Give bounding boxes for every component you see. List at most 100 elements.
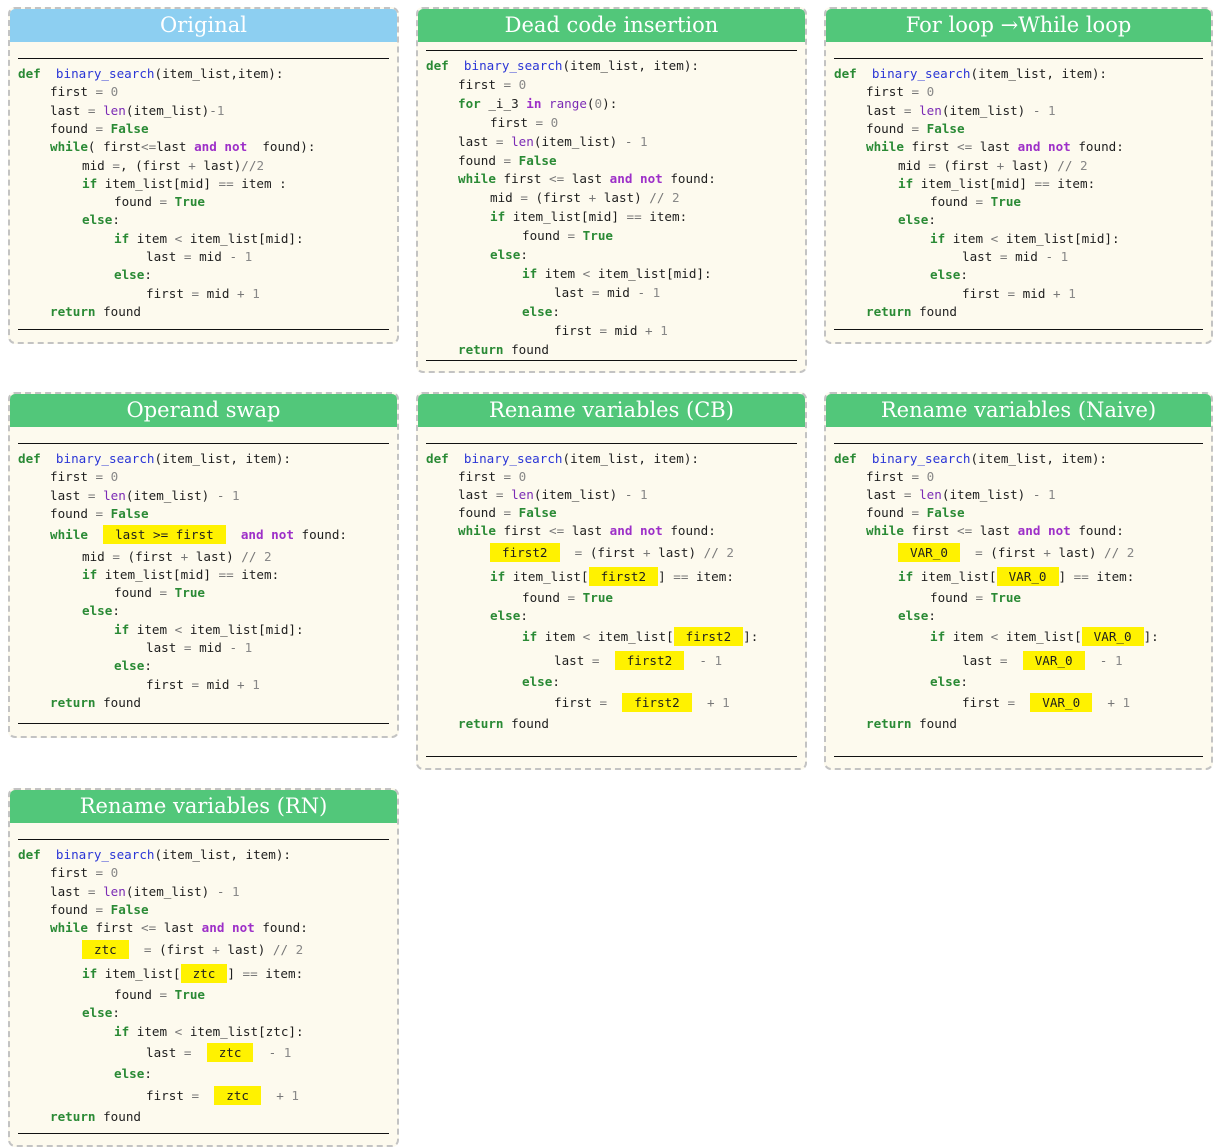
keyword: def xyxy=(426,58,449,73)
code-text: ( xyxy=(586,95,595,111)
operator: + xyxy=(276,1087,284,1103)
code-text: item_list[ xyxy=(913,568,997,584)
keyword-operator: in xyxy=(526,95,542,111)
code-text: mid xyxy=(607,322,646,338)
keyword-operator: and not xyxy=(609,171,663,187)
code-text: last) xyxy=(596,190,650,206)
operator: + xyxy=(642,544,651,560)
code-line: last = VAR_0 - 1 xyxy=(962,651,1123,670)
code-line: if item < item_list[mid]: xyxy=(114,230,304,248)
highlighted-token: ztc xyxy=(180,963,228,983)
operator: + xyxy=(645,322,653,338)
operator: = xyxy=(95,865,104,881)
number: 1 xyxy=(652,322,668,338)
operator: + xyxy=(706,695,715,711)
operator: = xyxy=(975,194,984,210)
code-text: first xyxy=(50,865,96,881)
code-text: item: xyxy=(257,965,304,981)
code-text: last xyxy=(458,487,496,503)
operator: = xyxy=(503,152,512,168)
code-text: last xyxy=(146,1045,184,1060)
operator: == xyxy=(673,568,689,584)
panel-operand-swap: Operand swap def binary_search(item_list… xyxy=(8,392,399,738)
keyword: for xyxy=(458,95,481,111)
code-text: (first xyxy=(527,190,589,206)
operator: // xyxy=(241,157,257,173)
code-line: last = len(item_list)-1 xyxy=(50,102,224,120)
number: 0 xyxy=(103,865,119,881)
code-text: mid xyxy=(199,676,238,692)
code-text: : xyxy=(144,658,152,674)
code-line: else: xyxy=(114,1065,152,1083)
keyword: else xyxy=(898,607,929,623)
code-text: found: xyxy=(293,527,348,543)
code-text: last xyxy=(50,487,88,503)
builtin: len xyxy=(911,102,942,118)
code-text: (first xyxy=(151,941,213,957)
code-line: else: xyxy=(82,211,120,229)
code-text: last xyxy=(146,249,184,264)
operator: = xyxy=(495,133,504,149)
code-line: def binary_search(item_list, item): xyxy=(834,450,1107,468)
bottom-rule xyxy=(18,1133,389,1134)
code-line: return found xyxy=(866,303,957,321)
code-line: def binary_search(item_list, item): xyxy=(426,450,699,468)
keyword: else xyxy=(522,303,553,319)
code-line: found = True xyxy=(114,193,205,211)
keyword-operator: and not xyxy=(201,920,255,936)
operator: = xyxy=(159,585,168,601)
keyword: False xyxy=(511,152,557,168)
code-text: found xyxy=(503,716,549,732)
keyword: while xyxy=(866,523,904,539)
operator: = xyxy=(599,695,608,711)
operator: = xyxy=(95,120,104,136)
keyword: else xyxy=(898,212,929,228)
operator: = xyxy=(95,84,104,100)
highlighted-token: VAR_0 xyxy=(1081,626,1144,646)
builtin: len xyxy=(95,883,126,899)
code-text: (item_list, item): xyxy=(562,451,699,466)
code-text: mid xyxy=(490,190,521,206)
code-text: item xyxy=(537,265,583,281)
highlighted-token: VAR_0 xyxy=(996,566,1059,586)
code-line: found = True xyxy=(114,986,205,1004)
code-text: mid xyxy=(1015,285,1054,301)
number: 2 xyxy=(256,548,272,564)
operator: + xyxy=(237,676,245,692)
number: 0 xyxy=(919,469,935,485)
code-line: found = False xyxy=(866,120,965,138)
code-line: found = True xyxy=(930,589,1021,607)
number: 1 xyxy=(1040,487,1056,503)
code-line: first = mid + 1 xyxy=(146,676,260,694)
code-line: last = first2 - 1 xyxy=(554,651,722,670)
code-line: mid = (first + last) // 2 xyxy=(490,189,680,207)
code-text: last xyxy=(866,487,904,503)
code-line: else: xyxy=(82,1004,120,1022)
code-text: last xyxy=(156,139,195,155)
code-text: found xyxy=(95,694,141,710)
builtin: range xyxy=(541,95,587,111)
code-line: return found xyxy=(458,715,549,733)
code-line: return found xyxy=(458,341,549,359)
keyword: True xyxy=(983,194,1022,210)
code-text: item_list[mid] xyxy=(505,209,627,225)
builtin: len xyxy=(95,102,126,118)
code-text: first xyxy=(87,920,141,936)
operator: = xyxy=(999,653,1008,668)
keyword: else xyxy=(490,247,521,262)
keyword: True xyxy=(983,589,1022,605)
code-text: last) xyxy=(1050,544,1105,560)
code-line: else: xyxy=(114,266,152,284)
keyword: return xyxy=(458,716,504,732)
operator: = xyxy=(1007,695,1016,711)
code-text: : xyxy=(928,212,936,228)
highlighted-token: first2 xyxy=(588,566,659,586)
operator: = xyxy=(599,322,608,338)
keyword: False xyxy=(919,505,965,521)
